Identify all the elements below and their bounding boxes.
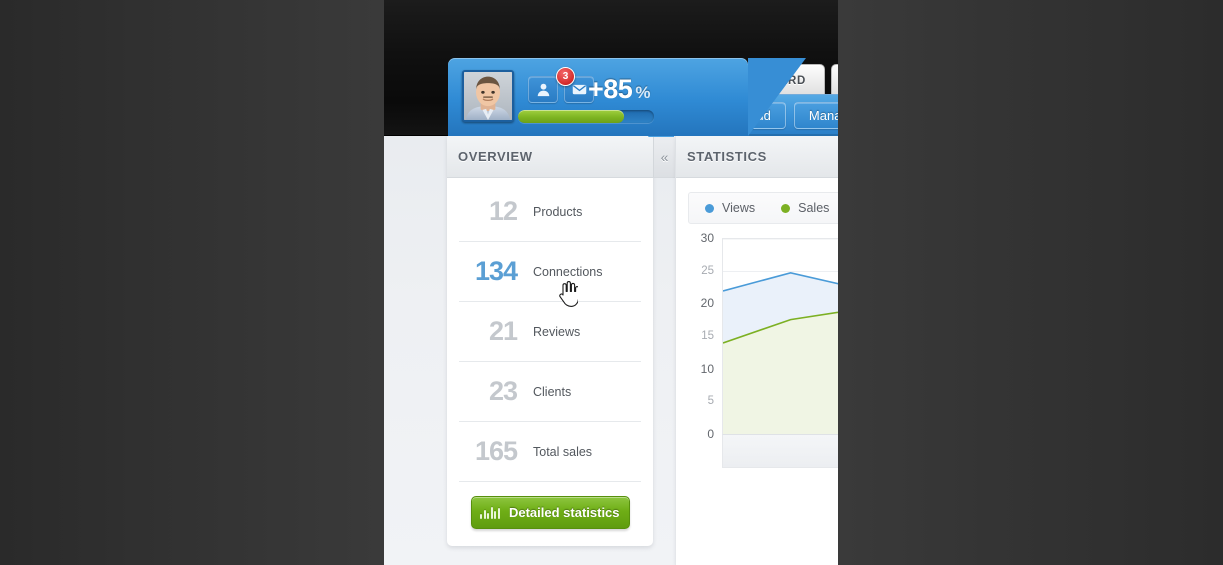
stat-label: Products bbox=[533, 204, 583, 219]
chart-card: Views Sales 0 5 10 15 20 25 30 January 11 bbox=[688, 192, 838, 468]
progress-bar bbox=[518, 110, 654, 123]
y-axis-tick: 30 bbox=[700, 231, 714, 245]
y-axis-tick: 25 bbox=[701, 264, 714, 277]
tab-products[interactable]: PRO bbox=[831, 64, 838, 96]
statistics-panel: STATISTICS Views Sales 0 5 10 15 20 25 30 Janua… bbox=[676, 136, 838, 565]
y-axis-tick: 10 bbox=[700, 361, 714, 376]
browser-viewport: DASHBOARD PRO + Add Manage bbox=[384, 0, 838, 565]
stat-label: Connections bbox=[533, 264, 603, 279]
stat-row[interactable]: 134 Connections bbox=[459, 242, 641, 302]
growth-percent: +85% bbox=[588, 76, 650, 103]
chart-x-axis: January 11 bbox=[722, 434, 838, 468]
stat-label: Clients bbox=[533, 384, 572, 399]
chart-plot-wrapper: 0 5 10 15 20 25 30 January 11 bbox=[688, 231, 838, 468]
stat-row[interactable]: 165 Total sales bbox=[459, 422, 641, 482]
stat-value: 165 bbox=[474, 436, 518, 466]
y-axis-tick: 15 bbox=[701, 330, 714, 342]
overview-panel-title: OVERVIEW bbox=[447, 136, 653, 178]
page-canvas: DASHBOARD PRO + Add Manage bbox=[384, 0, 838, 565]
legend-label: Views bbox=[722, 201, 756, 215]
profile-icon-button[interactable] bbox=[528, 76, 558, 103]
chevron-left-icon: « bbox=[660, 148, 669, 165]
y-axis-tick: 5 bbox=[707, 395, 714, 408]
growth-percent-value: +85 bbox=[588, 74, 633, 104]
collapse-sidebar-button[interactable]: « bbox=[653, 136, 675, 178]
chart-plot-area bbox=[722, 238, 838, 434]
stat-label: Reviews bbox=[533, 324, 581, 339]
stat-row[interactable]: 21 Reviews bbox=[459, 302, 641, 362]
profile-banner: 3 +85% bbox=[448, 58, 806, 136]
legend-item[interactable]: Sales bbox=[781, 201, 829, 215]
stat-row[interactable]: 12 Products bbox=[459, 182, 641, 242]
manage-button-label: Manage bbox=[808, 108, 838, 123]
panels-row: OVERVIEW « 12 Products 134 Connections 21 Rev… bbox=[384, 136, 838, 565]
banner-angled-edge bbox=[748, 58, 806, 136]
desktop-backdrop: DASHBOARD PRO + Add Manage bbox=[0, 0, 1223, 565]
legend-color-dot bbox=[781, 203, 791, 213]
statistics-panel-title: STATISTICS bbox=[676, 136, 838, 178]
progress-bar-fill bbox=[518, 110, 625, 123]
chart-y-axis: 0 5 10 15 20 25 30 bbox=[688, 231, 714, 441]
detailed-statistics-button[interactable]: Detailed statistics bbox=[470, 496, 630, 529]
legend-item[interactable]: Views bbox=[705, 201, 755, 215]
avatar[interactable] bbox=[462, 70, 514, 122]
stat-value: 23 bbox=[488, 376, 518, 406]
detailed-statistics-label: Detailed statistics bbox=[508, 505, 620, 520]
y-axis-tick: 20 bbox=[700, 296, 714, 311]
legend-color-dot bbox=[705, 203, 714, 213]
stat-value: 12 bbox=[488, 196, 518, 226]
percent-symbol: % bbox=[635, 83, 651, 102]
stat-label: Total sales bbox=[533, 444, 593, 459]
stat-value: 21 bbox=[488, 316, 518, 346]
overview-stat-list: 12 Products 134 Connections 21 Reviews 23 Clien… bbox=[447, 178, 653, 482]
chart-legend: Views Sales bbox=[688, 192, 838, 224]
bar-chart-icon bbox=[480, 506, 500, 519]
overview-panel: OVERVIEW « 12 Products 134 Connections 21 Rev… bbox=[447, 136, 675, 546]
legend-label: Sales bbox=[798, 201, 830, 215]
stat-value: 134 bbox=[474, 256, 518, 286]
unread-badge: 3 bbox=[556, 67, 575, 86]
stat-row[interactable]: 23 Clients bbox=[459, 362, 641, 422]
y-axis-tick: 0 bbox=[707, 427, 714, 441]
